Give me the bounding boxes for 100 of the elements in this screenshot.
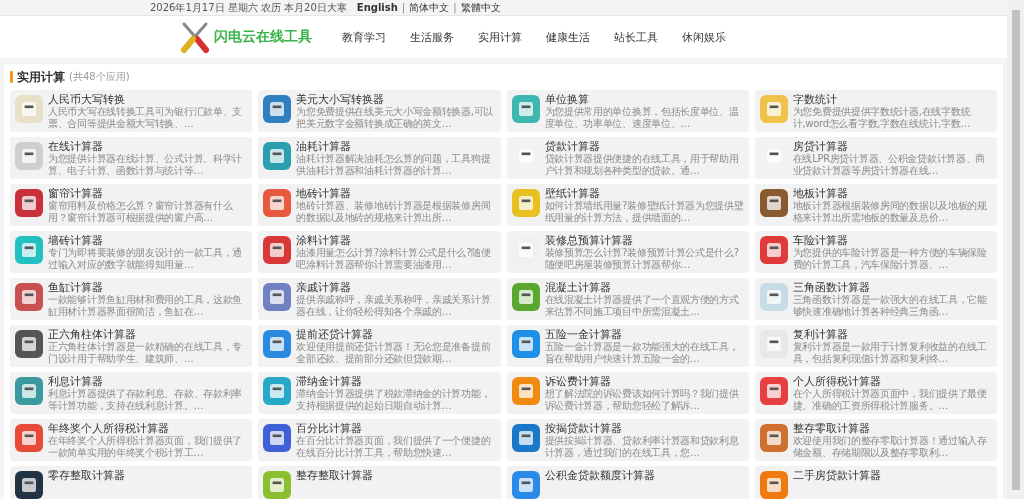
app-card[interactable]: 字数统计 为您免费提供提供字数统计器,在线字数统计,word怎么看字数,字数在线统计,字数… [754,90,997,132]
app-title: 人民币大写转换 [48,93,126,106]
app-title: 正六角柱体计算器 [48,328,137,341]
nav-link[interactable]: 教育学习 [342,29,386,45]
app-description: 地板计算器根据装修房间的数据以及地板的规格来计算出所需地板的数量及总价… [792,200,988,223]
section-title: 实用计算 [17,68,65,86]
app-card[interactable]: 按揭贷款计算器 提供按揭计算器、贷款利率计算器和贷款利息计算器，通过我们的在线工具，您… [506,419,749,461]
tile-icon [263,189,292,217]
tile-icon [759,330,788,358]
app-description: 利息计算器提供了存款利息、存款、存款利率等计算功能，支持在线利息计算。… [48,388,243,411]
app-title: 公积金贷款额度计算器 [544,469,655,482]
tile-icon [511,424,540,452]
app-title: 单位换算 [544,93,590,106]
app-card[interactable]: 地板计算器 地板计算器根据装修房间的数据以及地板的规格来计算出所需地板的数量及总价… [754,184,997,226]
tile-icon [15,330,43,358]
app-card[interactable]: 单位换算 为您提供常用的单位换算，包括长度单位、温度单位、功率单位、速度单位、… [506,90,749,132]
app-card[interactable]: 滞纳金计算器 滞纳金计算器提供了税款滞纳金的计算功能，支持根据提供的起始日期自动计算… [258,372,501,414]
app-title: 装修总预算计算器 [544,234,634,247]
language-link[interactable]: 简体中文 [409,0,450,15]
app-card[interactable]: 利息计算器 利息计算器提供了存款利息、存款、存款利率等计算功能，支持在线利息计算。… [10,372,253,414]
app-title: 在线计算器 [48,140,104,153]
language-link[interactable]: 繁體中文 [460,0,501,15]
nav-link[interactable]: 生活服务 [410,29,454,45]
app-card[interactable]: 整存零取计算器 欢迎使用我们的整存零取计算器！通过输入存储金额、存储期限以及整存零取利… [754,419,997,461]
app-card[interactable]: 零存整取计算器 [10,466,253,499]
screwdrivers-icon [178,20,212,54]
tile-icon [15,189,43,217]
tile-icon [15,142,43,170]
app-card[interactable]: 窗帘计算器 窗帘用料及价格怎么算？窗帘计算器有什么用？窗帘计算器可根据提供的窗户高… [10,184,253,226]
app-title: 墙砖计算器 [48,234,104,247]
app-description: 为您免费提供在线美元大小写金额转换器,可以把美元数字金额转换成正确的英文… [296,106,495,129]
app-title: 诉讼费计算器 [544,375,612,388]
tile-icon [759,189,788,217]
app-description: 提供亲戚称呼，亲戚关系称呼，亲戚关系计算器在线，让你轻松得知各个亲戚的… [296,294,492,317]
app-title: 字数统计 [792,93,838,106]
nav-link[interactable]: 休闲娱乐 [682,29,726,45]
nav-link[interactable]: 站长工具 [614,29,658,45]
tile-icon [15,95,43,123]
app-title: 车险计算器 [792,234,849,247]
scrollbar[interactable] [1007,0,1024,499]
app-title: 提前还贷计算器 [296,328,375,341]
app-card[interactable]: 美元大小写转换器 为您免费提供在线美元大小写金额转换器,可以把美元数字金额转换成正确的英文… [258,90,501,132]
app-title: 复利计算器 [792,328,849,341]
app-card[interactable]: 二手房贷款计算器 [754,466,997,499]
app-title: 地砖计算器 [296,187,353,200]
tile-icon [263,330,292,358]
app-description: 欢迎使用提前还贷计算器！无论您是准备提前全部还款、提前部分还款但贷款期… [296,341,492,364]
app-card[interactable]: 亲戚计算器 提供亲戚称呼，亲戚关系称呼，亲戚关系计算器在线，让你轻松得知各个亲戚的… [258,278,501,320]
app-card[interactable]: 涂料计算器 油漆用量怎么计算?涂料计算公式是什么?随便吧涂料计算器帮你计算需要油漆用… [258,231,501,273]
separator-text: | [453,2,457,13]
tile-icon [15,283,43,311]
app-title: 油耗计算器 [296,140,353,153]
app-description: 如何计算墙纸用量?装修壁纸计算器为您提供壁纸用量的计算方法，提供墙面的… [544,200,744,223]
app-description: 为您免费提供提供字数统计器,在线字数统计,word怎么看字数,字数在线统计,字数… [792,106,972,129]
app-card[interactable]: 诉讼费计算器 想了解法院的诉讼费该如何计算吗？我们提供诉讼费计算器，帮助您轻松了解诉… [506,372,749,414]
app-card[interactable]: 人民币大写转换 人民币大写在线转换工具可为银行汇款单、支票、合同等提供金额大写转换、… [10,90,253,132]
app-description: 提供按揭计算器、贷款利率计算器和贷款利息计算器，通过我们的在线工具，您… [544,435,740,458]
nav-link[interactable]: 健康生活 [546,29,590,45]
app-card[interactable]: 房贷计算器 在线LPR房贷计算器、公积金贷款计算器、商业贷款计算器等房贷计算器在线… [754,137,997,179]
app-card[interactable]: 装修总预算计算器 装修预算怎么计算?装修预算计算公式是什么?随便吧房屋装修预算计算器帮你… [506,231,749,273]
accent-bar [10,71,13,83]
app-card[interactable]: 壁纸计算器 如何计算墙纸用量?装修壁纸计算器为您提供壁纸用量的计算方法，提供墙面的… [506,184,749,226]
scrollbar-thumb[interactable] [1012,10,1020,490]
app-card[interactable]: 个人所得税计算器 在个人所得税计算器页面中，我们提供了最便捷、准确的工资所得税计算服务。… [754,372,997,414]
app-title: 五险一金计算器 [544,328,623,341]
nav-link[interactable]: 实用计算 [478,29,522,45]
app-description: 窗帘用料及价格怎么算？窗帘计算器有什么用？窗帘计算器可根据提供的窗户高… [48,200,234,223]
app-description: 想了解法院的诉讼费该如何计算吗？我们提供诉讼费计算器，帮助您轻松了解诉… [544,388,740,411]
tile-icon [511,189,540,217]
tile-icon [15,471,43,499]
app-title: 百分比计算器 [296,422,364,435]
app-description: 油耗计算器解决油耗怎么算的问题，工具狗提供油耗计算器和油耗计算器的计算… [296,153,492,176]
app-card[interactable]: 公积金贷款额度计算器 [506,466,749,499]
app-card[interactable]: 整存整取计算器 [258,466,501,499]
app-card[interactable]: 在线计算器 为您提供计算器在线计算、公式计算、科学计算、电子计算、函数计算与统计等… [10,137,253,179]
app-card[interactable]: 百分比计算器 在百分比计算器页面，我们提供了一个便捷的在线百分比计算工具，帮助您快速… [258,419,501,461]
app-description: 地砖计算器、装修地砖计算器是根据装修房间的数据以及地砖的规格来计算出所… [296,200,492,223]
app-description: 人民币大写在线转换工具可为银行汇款单、支票、合同等提供金额大写转换、… [48,106,243,129]
app-title: 滞纳金计算器 [296,375,364,388]
app-card[interactable]: 提前还贷计算器 欢迎使用提前还贷计算器！无论您是准备提前全部还款、提前部分还款但贷款期… [258,325,501,367]
tile-icon [511,471,540,499]
app-title: 地板计算器 [792,187,849,200]
app-card[interactable]: 贷款计算器 贷款计算器提供便捷的在线工具，用于帮助用户计算和规划各种类型的贷款。通… [506,137,749,179]
language-link[interactable]: English [356,2,398,13]
app-title: 贷款计算器 [544,140,601,153]
tile-icon [263,95,292,123]
app-description: 滞纳金计算器提供了税款滞纳金的计算功能，支持根据提供的起始日期自动计算… [296,388,492,411]
tile-icon [511,283,540,311]
app-title: 亲戚计算器 [296,281,353,294]
tile-icon [263,424,292,452]
app-title: 按揭贷款计算器 [544,422,623,435]
tile-icon [263,471,292,499]
tile-icon [263,236,292,264]
app-title: 零存整取计算器 [48,469,125,482]
app-card[interactable]: 地砖计算器 地砖计算器、装修地砖计算器是根据装修房间的数据以及地砖的规格来计算出所… [258,184,501,226]
app-count: (共48个应用) [69,70,130,84]
app-description: 装修预算怎么计算?装修预算计算公式是什么?随便吧房屋装修预算计算器帮你… [544,247,740,270]
app-card[interactable]: 油耗计算器 油耗计算器解决油耗怎么算的问题，工具狗提供油耗计算器和油耗计算器的计算… [258,137,501,179]
app-title: 混凝土计算器 [544,281,612,294]
app-title: 二手房贷款计算器 [792,469,881,482]
